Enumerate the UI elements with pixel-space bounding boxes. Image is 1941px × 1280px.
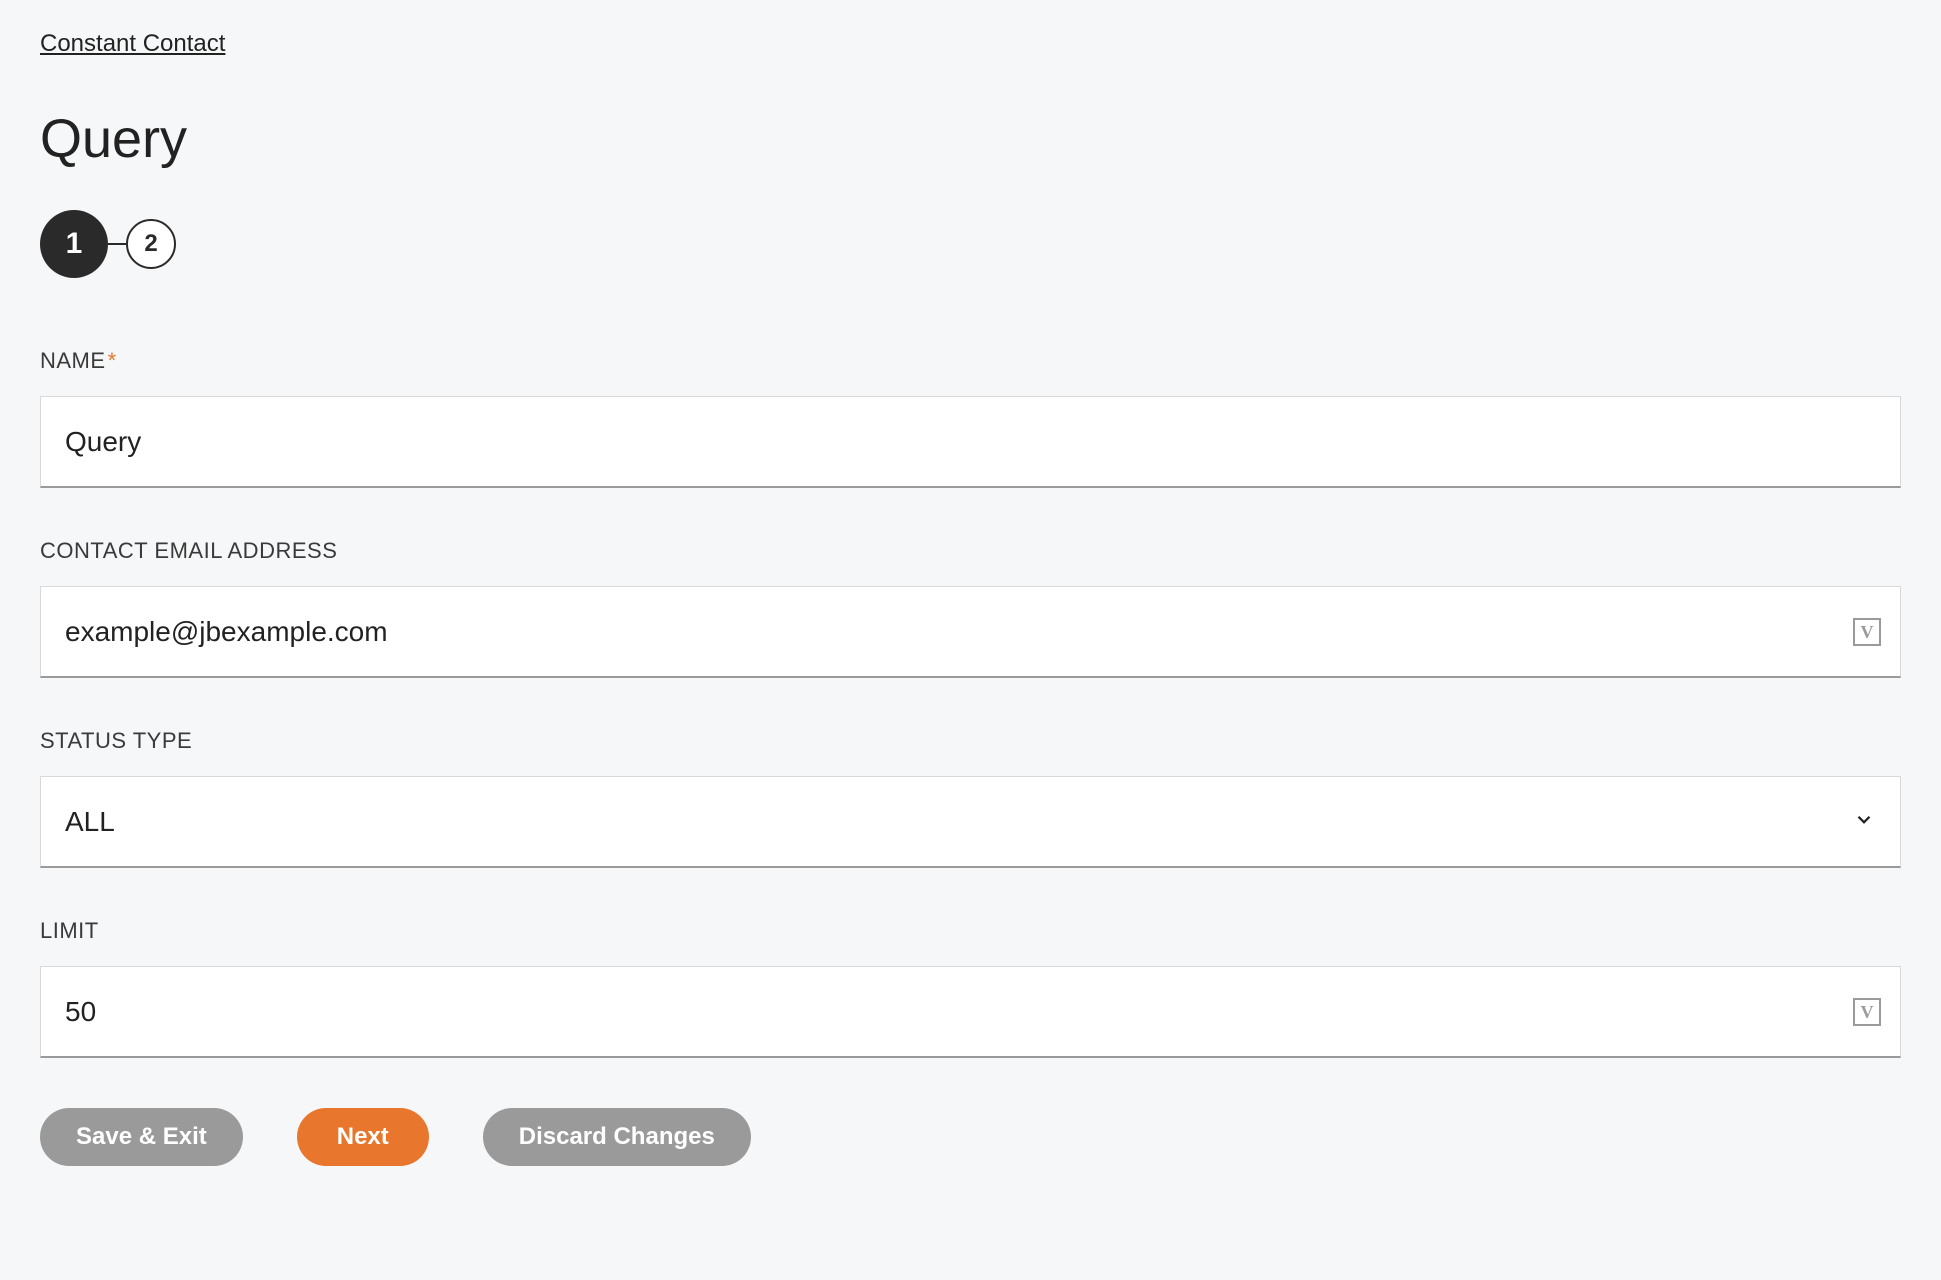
button-row: Save & Exit Next Discard Changes [40,1108,1901,1166]
step-1[interactable]: 1 [40,210,108,278]
limit-label: LIMIT [40,918,1901,944]
status-label: STATUS TYPE [40,728,1901,754]
variable-icon[interactable]: V [1853,618,1881,646]
email-label: CONTACT EMAIL ADDRESS [40,538,1901,564]
name-input[interactable] [40,396,1901,488]
variable-icon[interactable]: V [1853,998,1881,1026]
status-select[interactable]: ALL [40,776,1901,868]
email-input[interactable] [40,586,1901,678]
step-connector [108,243,126,245]
name-label: NAME* [40,348,1901,374]
page-title: Query [40,108,1901,170]
stepper: 1 2 [40,210,1901,278]
limit-input[interactable] [40,966,1901,1058]
step-2[interactable]: 2 [126,219,176,269]
breadcrumb-link[interactable]: Constant Contact [40,30,225,58]
required-star-icon: * [108,348,117,373]
next-button[interactable]: Next [297,1108,429,1166]
name-label-text: NAME [40,348,106,373]
discard-button[interactable]: Discard Changes [483,1108,751,1166]
save-exit-button[interactable]: Save & Exit [40,1108,243,1166]
